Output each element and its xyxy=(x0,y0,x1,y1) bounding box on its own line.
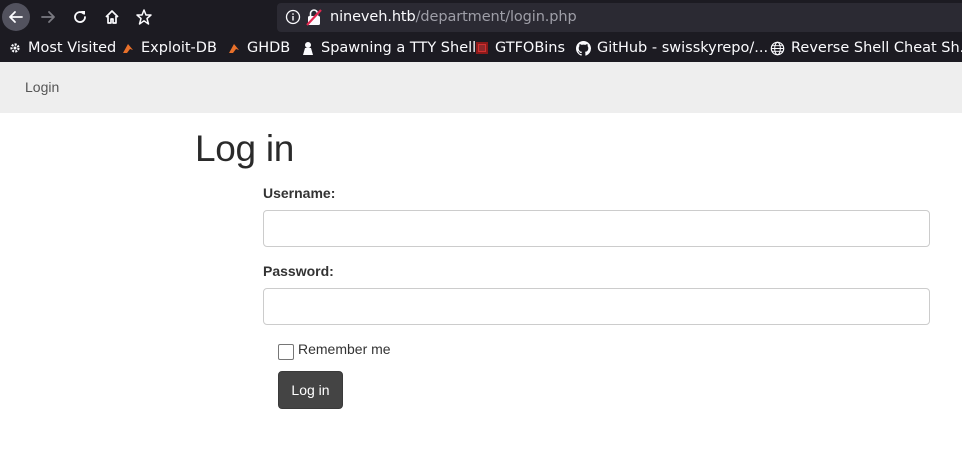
github-icon xyxy=(576,40,591,56)
url-host: nineveh.htb xyxy=(330,9,416,25)
password-input[interactable] xyxy=(263,288,930,325)
url-path: /department/login.php xyxy=(415,9,577,25)
reload-icon xyxy=(74,11,86,23)
bookmark-github-swisskyrepo[interactable]: GitHub - swisskyrepo/... xyxy=(576,36,768,60)
bookmark-label: Reverse Shell Cheat Sh... xyxy=(791,40,962,56)
info-icon[interactable] xyxy=(285,9,301,25)
browser-toolbar: nineveh.htb/department/login.php Most Vi… xyxy=(0,0,962,62)
bookmark-spawning-tty-shell[interactable]: Spawning a TTY Shell xyxy=(300,36,476,60)
back-button[interactable] xyxy=(2,3,30,31)
bookmark-reverse-shell-cheat-sheet[interactable]: Reverse Shell Cheat Sh... xyxy=(770,36,962,60)
import-bookmarks-button[interactable] xyxy=(131,4,157,30)
tty-shell-icon xyxy=(300,41,315,56)
username-label: Username: xyxy=(263,185,336,201)
globe-icon xyxy=(770,41,785,56)
bookmark-label: GHDB xyxy=(247,40,291,56)
ghdb-icon xyxy=(226,41,241,56)
bookmark-ghdb[interactable]: GHDB xyxy=(226,36,290,60)
bookmark-gtfobins[interactable]: GTFOBins xyxy=(474,36,565,60)
bookmark-most-visited[interactable]: Most Visited xyxy=(7,36,116,60)
remember-me-checkbox[interactable] xyxy=(278,344,294,360)
page-title: Log in xyxy=(195,128,295,169)
bookmark-label: Spawning a TTY Shell xyxy=(321,40,477,56)
url-text[interactable]: nineveh.htb/department/login.php xyxy=(330,9,577,25)
insecure-lock-icon[interactable] xyxy=(306,8,322,26)
home-button[interactable] xyxy=(99,4,125,30)
reload-button[interactable] xyxy=(67,4,93,30)
remember-me-label[interactable]: Remember me xyxy=(298,341,391,357)
bookmark-label: GTFOBins xyxy=(495,40,566,56)
bookmark-label: Most Visited xyxy=(28,40,117,56)
gear-icon xyxy=(7,41,22,56)
arrow-left-icon xyxy=(9,11,23,23)
site-navbar: Login xyxy=(0,62,962,113)
home-icon xyxy=(105,10,119,24)
star-import-icon xyxy=(136,9,152,25)
gtfobins-icon xyxy=(474,41,489,56)
username-input[interactable] xyxy=(263,210,930,247)
login-submit-button[interactable]: Log in xyxy=(278,371,343,409)
bookmark-label: Exploit-DB xyxy=(141,40,217,56)
exploit-db-icon xyxy=(120,41,135,56)
bookmarks-toolbar: Most Visited Exploit-DB GHDB Spawning a … xyxy=(0,36,962,62)
navbar-login-link[interactable]: Login xyxy=(25,79,59,95)
arrow-right-icon xyxy=(41,11,55,23)
forward-button[interactable] xyxy=(35,4,61,30)
bookmark-exploit-db[interactable]: Exploit-DB xyxy=(120,36,217,60)
bookmark-label: GitHub - swisskyrepo/... xyxy=(597,40,769,56)
url-bar[interactable]: nineveh.htb/department/login.php xyxy=(277,3,962,32)
password-label: Password: xyxy=(263,263,334,279)
